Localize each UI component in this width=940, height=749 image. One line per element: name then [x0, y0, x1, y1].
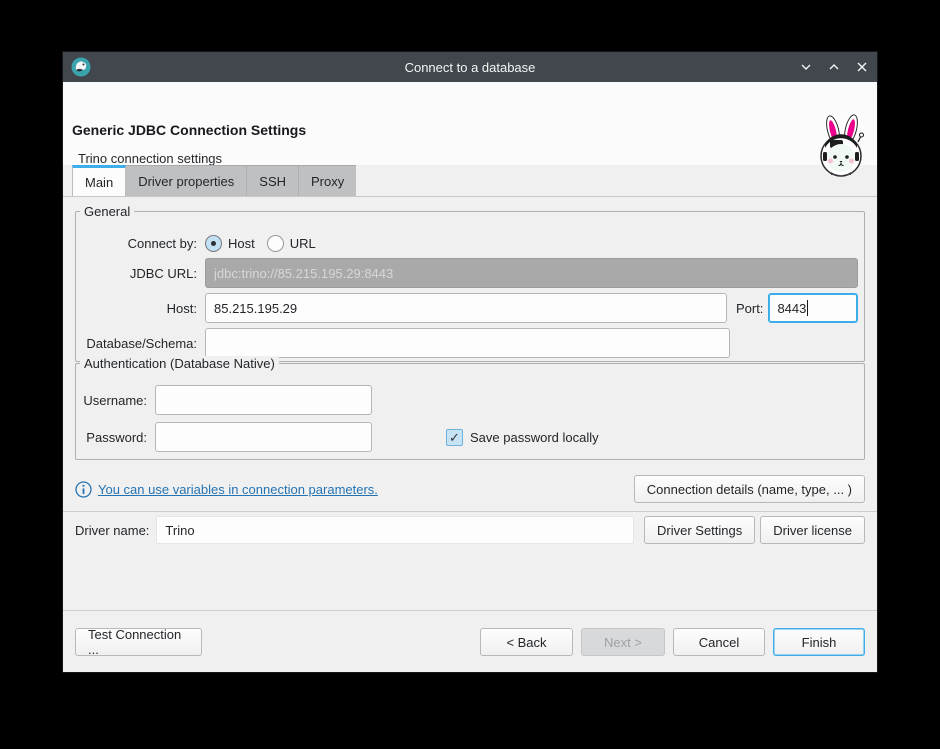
radio-url-label: URL: [290, 236, 316, 251]
tab-driver-properties[interactable]: Driver properties: [126, 165, 246, 196]
tab-bar: Main Driver properties SSH Proxy: [72, 165, 356, 196]
driver-name-value: Trino: [156, 516, 634, 544]
password-label: Password:: [82, 430, 155, 445]
password-field[interactable]: [155, 422, 372, 452]
radio-host-label: Host: [228, 236, 255, 251]
authentication-group: Authentication (Database Native) Usernam…: [75, 363, 865, 460]
wizard-header: Generic JDBC Connection Settings Trino c…: [63, 82, 877, 165]
variables-link[interactable]: You can use variables in connection para…: [98, 482, 378, 497]
save-password-checkbox[interactable]: ✓ Save password locally: [446, 429, 599, 446]
jdbc-url-field: [205, 258, 858, 288]
port-value: 8443: [777, 301, 806, 316]
chevron-down-icon: [799, 60, 813, 74]
trino-bunny-icon: [813, 114, 871, 178]
host-label: Host:: [82, 301, 205, 316]
close-button[interactable]: [853, 58, 871, 76]
driver-settings-button[interactable]: Driver Settings: [644, 516, 755, 544]
port-label: Port:: [727, 301, 768, 316]
connect-by-label: Connect by:: [82, 236, 205, 251]
driver-license-button[interactable]: Driver license: [760, 516, 865, 544]
hint-row: You can use variables in connection para…: [75, 475, 865, 504]
radio-host[interactable]: Host: [205, 235, 255, 252]
tab-main[interactable]: Main: [72, 165, 126, 196]
separator: [63, 511, 877, 512]
authentication-group-legend: Authentication (Database Native): [80, 356, 279, 372]
separator: [63, 610, 877, 611]
minimize-button[interactable]: [797, 58, 815, 76]
test-connection-button[interactable]: Test Connection ...: [75, 628, 202, 656]
username-field[interactable]: [155, 385, 372, 415]
cancel-button[interactable]: Cancel: [673, 628, 765, 656]
driver-name-label: Driver name:: [75, 523, 156, 538]
driver-row: Driver name: Trino Driver Settings Drive…: [75, 516, 865, 544]
host-field[interactable]: [205, 293, 727, 323]
chevron-up-icon: [827, 60, 841, 74]
connect-database-dialog: Connect to a database Generic JDBC Conne…: [63, 52, 877, 672]
port-field[interactable]: 8443: [768, 293, 858, 323]
tab-proxy[interactable]: Proxy: [298, 165, 356, 196]
tab-ssh[interactable]: SSH: [246, 165, 298, 196]
maximize-button[interactable]: [825, 58, 843, 76]
tab-separator: [63, 196, 877, 197]
checkbox-check-icon[interactable]: ✓: [446, 429, 463, 446]
general-group-legend: General: [80, 204, 134, 220]
general-group: General Connect by: Host URL JDBC URL: H…: [75, 211, 865, 362]
jdbc-url-label: JDBC URL:: [82, 266, 205, 281]
info-icon: [75, 481, 92, 498]
page-title: Generic JDBC Connection Settings: [72, 122, 306, 138]
database-schema-label: Database/Schema:: [82, 336, 205, 351]
database-schema-field[interactable]: [205, 328, 730, 358]
radio-url[interactable]: URL: [267, 235, 316, 252]
text-cursor: [807, 300, 808, 316]
radio-url-control[interactable]: [267, 235, 284, 252]
titlebar[interactable]: Connect to a database: [63, 52, 877, 82]
page-subtitle: Trino connection settings: [78, 151, 222, 166]
next-button: Next >: [581, 628, 665, 656]
connection-details-button[interactable]: Connection details (name, type, ... ): [634, 475, 865, 503]
save-password-label: Save password locally: [470, 430, 599, 445]
finish-button[interactable]: Finish: [773, 628, 865, 656]
username-label: Username:: [82, 393, 155, 408]
window-title: Connect to a database: [63, 60, 877, 75]
close-icon: [855, 60, 869, 74]
back-button[interactable]: < Back: [480, 628, 573, 656]
radio-host-control[interactable]: [205, 235, 222, 252]
footer-button-bar: Test Connection ... < Back Next > Cancel…: [75, 628, 865, 656]
